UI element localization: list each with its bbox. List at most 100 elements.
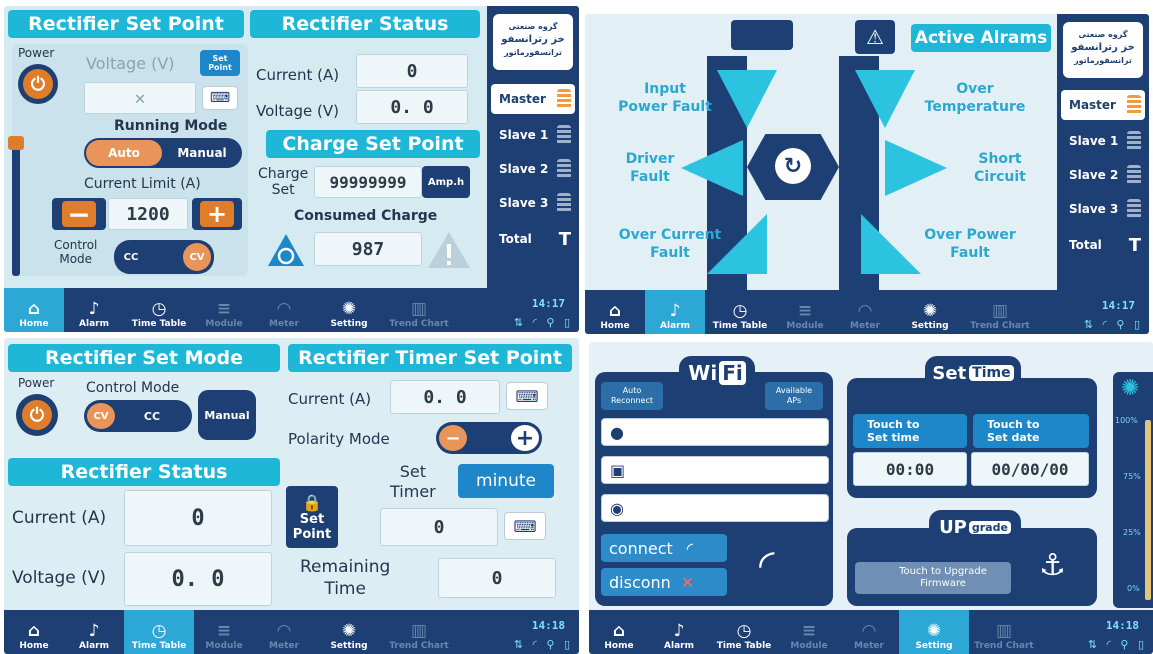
sidebar-item-slave3[interactable]: Slave 3 (1061, 194, 1145, 224)
timer-value[interactable]: 0 (380, 508, 498, 546)
cc-option[interactable]: CC (117, 243, 145, 271)
time-value[interactable]: 00:00 (853, 452, 967, 486)
bottom-navbar: ⌂ Home ♪ Alarm ◷ Time Table ≡ Module ◠ Meter … (4, 288, 579, 332)
voltage-label: Voltage (V) (86, 54, 175, 73)
nav-module[interactable]: ≡ Module (194, 610, 254, 654)
nav-alarm[interactable]: ♪ Alarm (64, 610, 124, 654)
nav-meter[interactable]: ◠ Meter (835, 290, 895, 334)
set-time-button[interactable]: Touch to Set time (853, 414, 967, 448)
available-aps-button[interactable]: Available APs (765, 382, 823, 410)
nav-timetable[interactable]: ◷ Time Table (709, 610, 779, 654)
charge-set-label: Charge Set (258, 166, 309, 198)
set-date-button[interactable]: Touch to Set date (973, 414, 1089, 448)
minus-icon[interactable]: − (439, 425, 467, 451)
nav-module[interactable]: ≡ Module (194, 288, 254, 332)
company-logo: گروه صنعتی خز رترانسفو ترانسفورماتور (493, 14, 573, 70)
status-icons: ⇅ ◜ ⚲ ▯ (513, 638, 573, 651)
setpoint-lock-button[interactable]: Set Point (200, 50, 240, 76)
control-mode-toggle[interactable]: CV CC (84, 400, 192, 432)
auto-option[interactable]: Auto (86, 140, 162, 166)
cc-option[interactable]: CC (115, 410, 189, 423)
keyboard-icon[interactable]: ⌨ (506, 382, 548, 410)
decrement-button[interactable]: − (52, 198, 106, 231)
ip-field[interactable]: ◉ (601, 494, 829, 522)
cv-option[interactable]: CV (87, 403, 115, 429)
charge-set-value[interactable]: 99999999 (314, 166, 422, 198)
nav-module[interactable]: ≡ Module (775, 290, 835, 334)
sidebar-item-slave3[interactable]: Slave 3 (491, 188, 575, 218)
keyboard-icon[interactable]: ⌨ (504, 512, 546, 540)
setpoint-lock-button[interactable]: 🔒 Set Point (286, 486, 338, 548)
sidebar-item-total[interactable]: Total T (491, 224, 575, 254)
password-field[interactable]: ▣ (601, 456, 829, 484)
brightness-icon: ✺ (1121, 376, 1140, 401)
refresh-button[interactable]: ↻ (775, 148, 811, 184)
sidebar-item-master[interactable]: Master (491, 84, 575, 114)
brightness-slider[interactable] (1145, 420, 1151, 600)
database-icon (1127, 95, 1141, 115)
clock: 14:18 (1105, 619, 1139, 632)
timer-current-value[interactable]: 0. 0 (390, 380, 500, 414)
manual-option[interactable]: Manual (162, 146, 242, 160)
disconnect-button[interactable]: disconn ✕ (601, 568, 727, 596)
keyboard-icon[interactable]: ⌨ (202, 86, 238, 110)
brightness-25: 25% (1123, 528, 1141, 537)
nav-setting[interactable]: ✺ Setting (314, 288, 384, 332)
nav-setting[interactable]: ✺ Setting (314, 610, 384, 654)
minute-button[interactable]: minute (458, 464, 554, 498)
nav-setting[interactable]: ✺ Setting (895, 290, 965, 334)
nav-meter[interactable]: ◠ Meter (839, 610, 899, 654)
nav-meter[interactable]: ◠ Meter (254, 288, 314, 332)
sidebar-item-slave1[interactable]: Slave 1 (1061, 126, 1145, 156)
power-button[interactable]: ⏻ (18, 64, 58, 104)
remaining-label: Remaining Time (300, 557, 391, 599)
sidebar-item-slave1[interactable]: Slave 1 (491, 120, 575, 150)
increment-button[interactable]: + (192, 198, 242, 230)
plus-icon[interactable]: + (511, 425, 539, 451)
nav-home[interactable]: ⌂ Home (589, 610, 649, 654)
nav-trend[interactable]: ▥ Trend Chart (384, 288, 454, 332)
sidebar-item-slave2[interactable]: Slave 2 (1061, 160, 1145, 190)
nav-alarm[interactable]: ♪ Alarm (64, 288, 124, 332)
gear-icon: ✺ (926, 621, 942, 641)
ssid-field[interactable]: ● (601, 418, 829, 446)
running-mode-toggle[interactable]: Auto Manual (84, 138, 242, 168)
nav-alarm[interactable]: ♪ Alarm (649, 610, 709, 654)
database-icon (557, 125, 571, 145)
connect-button[interactable]: connect ◜ (601, 534, 727, 562)
manual-button[interactable]: Manual (198, 390, 256, 440)
vertical-slider[interactable] (12, 136, 20, 276)
slider-handle[interactable] (8, 136, 24, 150)
control-mode-toggle[interactable]: CC CV (114, 240, 214, 274)
refresh-button[interactable] (266, 232, 306, 268)
voltage-field[interactable]: ✕ (84, 82, 196, 114)
nav-home[interactable]: ⌂ Home (4, 610, 64, 654)
power-button[interactable]: ⏻ (16, 394, 58, 436)
nav-setting[interactable]: ✺ Setting (899, 610, 969, 654)
chart-icon: ▥ (991, 301, 1009, 321)
nav-alarm[interactable]: ♪ Alarm (645, 290, 705, 334)
nav-home[interactable]: ⌂ Home (4, 288, 64, 332)
nav-trend[interactable]: ▥ Trend Chart (384, 610, 454, 654)
panel-settings: Wi Fi Auto Reconnect Available APs ● ▣ ◉ co… (589, 342, 1153, 654)
nav-timetable[interactable]: ◷ Time Table (124, 610, 194, 654)
upgrade-firmware-button[interactable]: Touch to Upgrade Firmware (855, 562, 1011, 594)
date-value[interactable]: 00/00/00 (971, 452, 1089, 486)
sidebar-item-slave2[interactable]: Slave 2 (491, 154, 575, 184)
nav-timetable[interactable]: ◷ Time Table (705, 290, 775, 334)
nav-trend[interactable]: ▥ Trend Chart (965, 290, 1035, 334)
sidebar-item-master[interactable]: Master (1061, 90, 1145, 120)
title-set-mode: Rectifier Set Mode (8, 344, 280, 372)
cv-option[interactable]: CV (183, 243, 211, 271)
auto-reconnect-button[interactable]: Auto Reconnect (601, 382, 663, 410)
nav-module[interactable]: ≡ Module (779, 610, 839, 654)
nav-timetable[interactable]: ◷ Time Table (124, 288, 194, 332)
sidebar-item-total[interactable]: Total T (1061, 230, 1145, 260)
current-limit-value[interactable]: 1200 (108, 198, 188, 230)
nav-trend[interactable]: ▥ Trend Chart (969, 610, 1039, 654)
bottom-navbar: ⌂ Home ♪ Alarm ◷ Time Table ≡ Module ◠ Meter … (585, 290, 1149, 334)
polarity-toggle[interactable]: − + (436, 422, 542, 454)
nav-home[interactable]: ⌂ Home (585, 290, 645, 334)
nav-meter[interactable]: ◠ Meter (254, 610, 314, 654)
bell-icon: ♪ (669, 301, 681, 321)
